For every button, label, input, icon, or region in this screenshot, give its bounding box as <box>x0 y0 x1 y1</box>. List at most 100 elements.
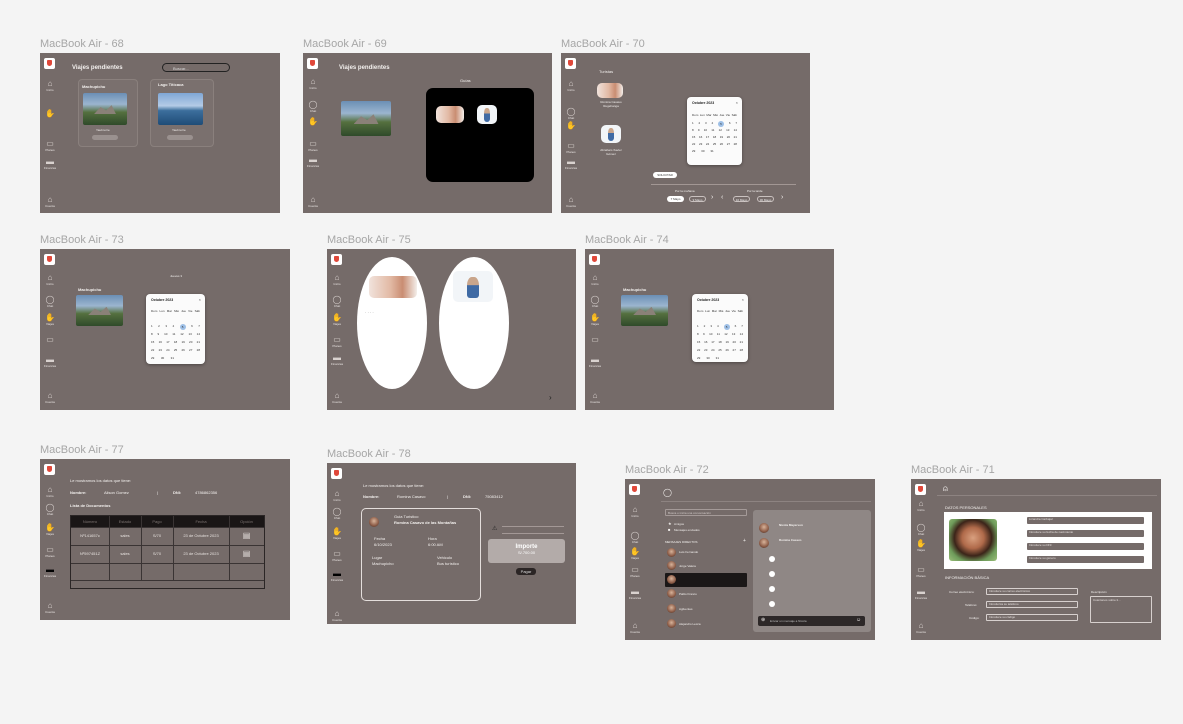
sidebar-item-planes[interactable]: ▭ Planes <box>43 139 57 152</box>
sidebar-item-cuenta[interactable]: ⌂ Cuenta <box>914 621 928 634</box>
close-icon[interactable]: × <box>199 297 201 302</box>
name-field[interactable]: Lizandra Carbajal <box>1027 517 1144 524</box>
sidebar-item-finanzas[interactable]: ▬ Finanzas <box>588 355 602 368</box>
sidebar-item-viajes[interactable]: ✋ <box>43 109 57 118</box>
sidebar-item-planes[interactable]: ▭ Planes <box>330 335 344 348</box>
guide-photo[interactable] <box>436 106 464 123</box>
sidebar-item-finanzas[interactable]: ▬ Finanzas <box>43 565 57 578</box>
sidebar-item-planes[interactable]: ▭ Planes <box>564 141 578 154</box>
sidebar-item-finanzas[interactable]: ▬ Finanzas <box>306 155 320 168</box>
sidebar-item-cuenta[interactable]: ⌂ Cuenta <box>43 195 57 208</box>
sidebar-item-chat[interactable]: ◯ Chat <box>588 295 602 308</box>
chevron-right-icon[interactable]: › <box>549 393 552 402</box>
sidebar-item-cuenta[interactable]: ⌂ Cuenta <box>330 391 344 404</box>
calendar[interactable]: Octubre 2023 × Dom Lun Mar Mié Jue Vie Sáb 123… <box>687 97 742 165</box>
sidebar-item-inicio[interactable]: ⌂ Inicio <box>43 485 57 498</box>
sidebar-item-viajes[interactable]: ✋ Viajes <box>330 527 344 540</box>
add-icon[interactable]: + <box>743 538 746 544</box>
menu-item[interactable]: Mensajes enviados <box>674 528 700 532</box>
sidebar-item-inicio[interactable]: ⌂ Inicio <box>43 273 57 286</box>
message-input[interactable]: Enviar un mensaje a Nicola <box>758 616 865 626</box>
sidebar-item-inicio[interactable]: ⌂ Inicio <box>330 489 344 502</box>
sidebar-item-inicio[interactable]: ⌂ Inicio <box>588 273 602 286</box>
sidebar-item-inicio[interactable]: ⌂ Inicio <box>330 273 344 286</box>
search-input[interactable]: Buscar... <box>162 63 230 72</box>
sidebar-item-finanzas[interactable]: ▬ Finanzas <box>564 157 578 170</box>
sidebar-item-viajes[interactable]: ✋ <box>564 121 578 130</box>
sidebar-item-chat[interactable]: ◯ Chat <box>914 523 928 536</box>
sidebar-item-planes[interactable]: ▭ Planes <box>914 565 928 578</box>
calendar[interactable]: Octubre 2023 × Dom Lun Mar Mié Jue Vie Sáb 123… <box>692 294 748 362</box>
sidebar-item-cuenta[interactable]: ⌂ Cuenta <box>43 601 57 614</box>
sidebar-item-chat[interactable]: ◯ Chat <box>330 295 344 308</box>
sidebar-item-finanzas[interactable]: ▬ Finanzas <box>43 157 57 170</box>
sidebar-item-chat[interactable]: ◯ Chat <box>628 531 642 544</box>
guide-photo[interactable] <box>597 83 623 98</box>
search-input[interactable]: Busca o inicia una conversación <box>665 509 747 516</box>
sidebar-item-chat[interactable]: ◯ Chat <box>43 295 57 308</box>
trip-button[interactable] <box>92 135 118 140</box>
time-option[interactable]: 30 Mayo <box>757 196 774 202</box>
code-field[interactable]: Introduce su código <box>986 614 1078 621</box>
sidebar-item-cuenta[interactable]: ⌂ Cuenta <box>43 391 57 404</box>
sidebar-item-cuenta[interactable]: ⌂ Cuenta <box>330 609 344 622</box>
sidebar-item-cuenta[interactable]: ⌂ Cuenta <box>628 621 642 634</box>
sidebar-item-inicio[interactable]: ⌂ Inicio <box>43 79 57 92</box>
sidebar-item-finanzas[interactable]: ▬ Finanzas <box>43 355 57 368</box>
sidebar-item-finanzas[interactable]: ▬ Finanzas <box>330 569 344 582</box>
document-icon[interactable]: ▤ <box>229 545 264 564</box>
gender-field[interactable]: Introduce su género <box>1027 556 1144 563</box>
sidebar-item-inicio[interactable]: ⌂ Inicio <box>914 499 928 512</box>
sidebar-item-chat[interactable]: ◯ Chat <box>43 503 57 516</box>
dni-field[interactable]: Introduce su DNI <box>1027 543 1144 550</box>
sidebar-item-viajes[interactable]: ✋ Viajes <box>914 539 928 552</box>
time-option[interactable]: 9 Mayo <box>689 196 706 202</box>
guide-photo[interactable] <box>477 105 497 124</box>
sidebar-item-cuenta[interactable]: ⌂ Cuenta <box>564 195 578 208</box>
sidebar-item-planes[interactable]: ▭ Planes <box>43 545 57 558</box>
sidebar-item-finanzas[interactable]: ▬ Finanzas <box>628 587 642 600</box>
solicitar-button[interactable]: SOLICITAR <box>653 172 677 178</box>
sidebar-item-chat[interactable]: ◯ Chat <box>306 100 320 113</box>
birthdate-field[interactable]: Introduce su fecha de nacimiento <box>1027 530 1144 537</box>
sidebar-item-viajes[interactable]: ✋ Viajes <box>330 313 344 326</box>
sidebar-item-planes[interactable]: ▭ <box>43 335 57 344</box>
sidebar-item-inicio[interactable]: ⌂ Inicio <box>564 79 578 92</box>
emoji-icon[interactable]: ☺ <box>856 617 861 623</box>
sidebar-item-cuenta[interactable]: ⌂ Cuenta <box>306 195 320 208</box>
sidebar-item-planes[interactable]: ▭ <box>588 335 602 344</box>
sidebar-item-viajes[interactable]: ✋ Viajes <box>43 523 57 536</box>
close-icon[interactable]: × <box>742 297 744 302</box>
contact-name[interactable]: Pablo Franco <box>679 592 697 596</box>
sidebar-item-inicio[interactable]: ⌂ Inicio <box>306 77 320 90</box>
contact-name[interactable]: Jorge Valera <box>679 564 696 568</box>
email-field[interactable]: Introduce su correo electrónico <box>986 588 1078 595</box>
sidebar-item-planes[interactable]: ▭ Planes <box>306 139 320 152</box>
trip-button[interactable] <box>167 135 193 140</box>
description-field[interactable]: Cuéntanos sobre ti... <box>1090 596 1152 623</box>
sidebar-item-inicio[interactable]: ⌂ Inicio <box>628 505 642 518</box>
menu-item[interactable]: Amigos <box>674 522 684 526</box>
add-circle-icon[interactable]: ⊕ <box>761 617 765 623</box>
guide-photo[interactable] <box>601 125 621 143</box>
phone-field[interactable]: Introduzca su teléfono <box>986 601 1078 608</box>
time-option[interactable]: 7 Mayo <box>667 196 684 202</box>
chevron-right-icon[interactable]: › <box>781 194 783 201</box>
sidebar-item-viajes[interactable]: ✋ Viajes <box>628 547 642 560</box>
sidebar-item-cuenta[interactable]: ⌂ Cuenta <box>588 391 602 404</box>
sidebar-item-chat[interactable]: ◯ Chat <box>564 107 578 120</box>
sidebar-item-planes[interactable]: ▭ Planes <box>330 549 344 562</box>
time-option[interactable]: 16 Mayo <box>733 196 750 202</box>
sidebar-item-viajes[interactable]: ✋ Viajes <box>43 313 57 326</box>
profile-photo[interactable] <box>949 519 997 561</box>
sidebar-item-finanzas[interactable]: ▬ Finanzas <box>330 353 344 366</box>
close-icon[interactable]: × <box>736 100 738 105</box>
sidebar-item-planes[interactable]: ▭ Planes <box>628 565 642 578</box>
contact-name[interactable]: Luis Fernando <box>679 550 698 554</box>
pay-button[interactable]: Pagar <box>516 568 536 575</box>
contact-selected[interactable] <box>665 573 747 587</box>
sidebar-item-viajes[interactable]: ✋ Viajes <box>588 313 602 326</box>
chevron-left-icon[interactable]: ‹ <box>721 194 723 201</box>
chevron-right-icon[interactable]: › <box>711 194 713 201</box>
sidebar-item-finanzas[interactable]: ▬ Finanzas <box>914 587 928 600</box>
